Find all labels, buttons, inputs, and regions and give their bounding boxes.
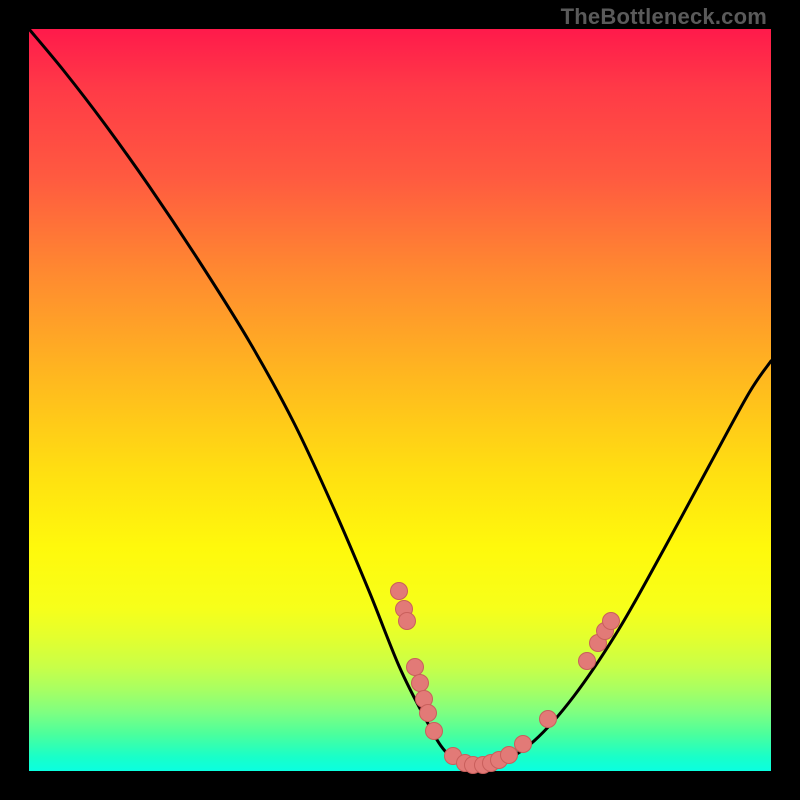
data-point — [407, 659, 424, 676]
bottleneck-curve — [29, 29, 771, 767]
data-point — [603, 613, 620, 630]
data-point — [420, 705, 437, 722]
data-point — [412, 675, 429, 692]
data-point — [515, 736, 532, 753]
chart-frame: TheBottleneck.com — [0, 0, 800, 800]
data-point — [579, 653, 596, 670]
curve-layer — [29, 29, 771, 771]
data-point — [501, 747, 518, 764]
data-point — [540, 711, 557, 728]
data-point — [399, 613, 416, 630]
data-point — [426, 723, 443, 740]
watermark-text: TheBottleneck.com — [561, 4, 767, 30]
data-point — [391, 583, 408, 600]
